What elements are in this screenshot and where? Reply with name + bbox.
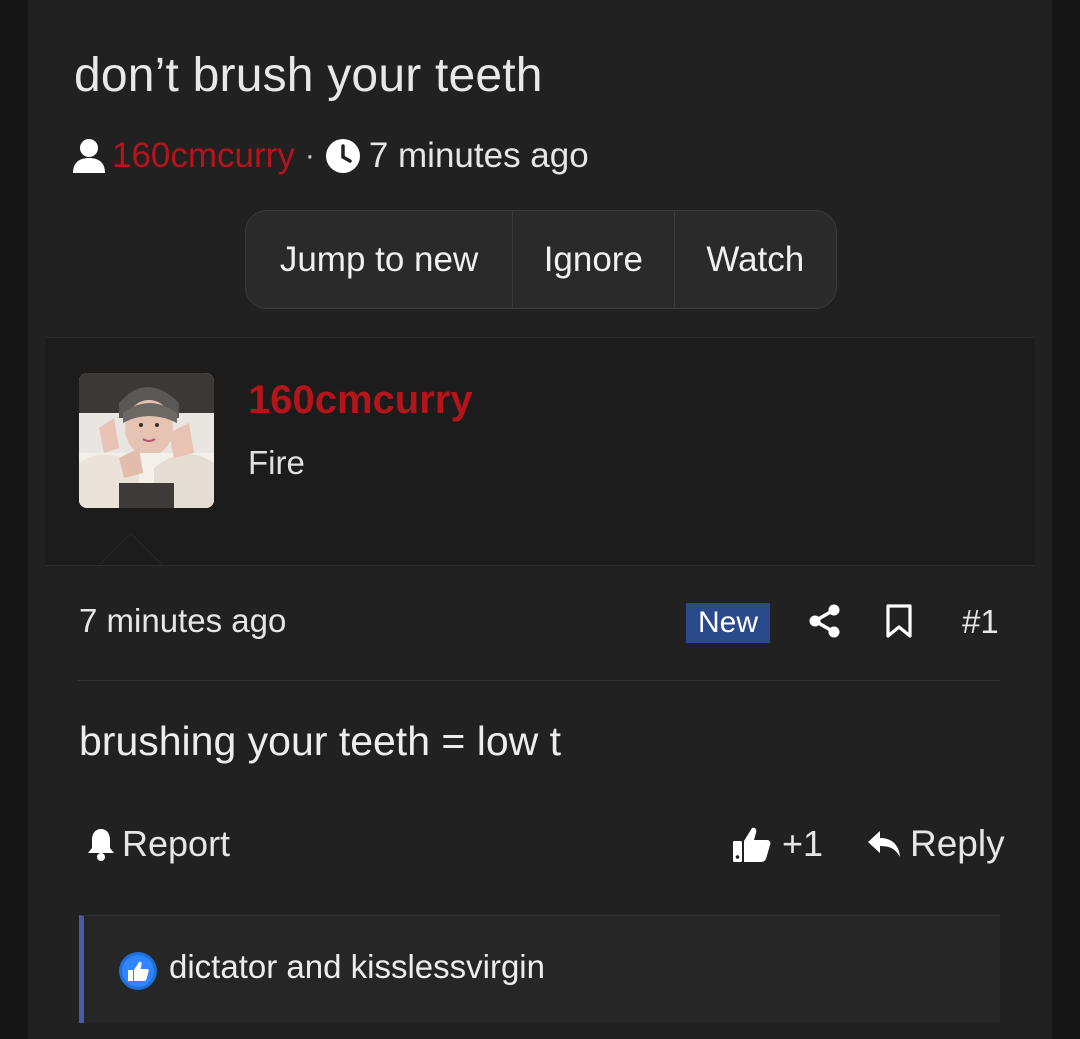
thread-meta: 160cmcurry · 7 minutes ago	[72, 134, 589, 178]
reactions-bar[interactable]: dictator and kisslessvirgin	[79, 915, 1000, 1023]
thumbs-up-icon	[733, 827, 771, 862]
like-reaction-icon	[119, 952, 157, 990]
bookmark-icon[interactable]	[885, 604, 913, 638]
post-header-arrow	[100, 534, 162, 565]
share-icon[interactable]	[808, 604, 842, 638]
thread-author-link[interactable]: 160cmcurry	[112, 136, 295, 176]
avatar-image	[79, 373, 214, 508]
report-label: Report	[122, 823, 231, 864]
report-button[interactable]: Report	[86, 823, 230, 865]
post-time[interactable]: 7 minutes ago	[79, 602, 286, 640]
avatar[interactable]	[79, 373, 214, 508]
watch-button[interactable]: Watch	[675, 211, 836, 308]
meta-separator: ·	[304, 139, 315, 172]
like-button[interactable]: +1	[732, 823, 823, 865]
new-badge: New	[686, 603, 770, 643]
thread-time: 7 minutes ago	[368, 136, 589, 175]
post-divider	[78, 680, 1000, 681]
user-icon	[73, 139, 105, 173]
reactions-users[interactable]: dictator and kisslessvirgin	[169, 948, 545, 986]
reply-button[interactable]: Reply	[866, 823, 1005, 865]
page: don’t brush your teeth 160cmcurry · 7 mi…	[28, 0, 1052, 1039]
post-user-header: 160cmcurry Fire	[45, 337, 1035, 566]
post-username-link[interactable]: 160cmcurry	[248, 378, 473, 423]
reply-label: Reply	[910, 823, 1005, 864]
jump-to-new-button[interactable]: Jump to new	[246, 211, 514, 308]
thread-title: don’t brush your teeth	[74, 49, 543, 102]
clock-icon	[325, 139, 360, 173]
bell-icon	[88, 829, 114, 861]
reply-icon	[868, 831, 900, 857]
post-number-link[interactable]: #1	[962, 603, 999, 641]
post-body: brushing your teeth = low t	[79, 718, 562, 764]
like-count: +1	[782, 823, 824, 864]
thread-actions: Jump to new Ignore Watch	[245, 210, 837, 309]
ignore-button[interactable]: Ignore	[513, 211, 675, 308]
user-title: Fire	[248, 444, 305, 481]
